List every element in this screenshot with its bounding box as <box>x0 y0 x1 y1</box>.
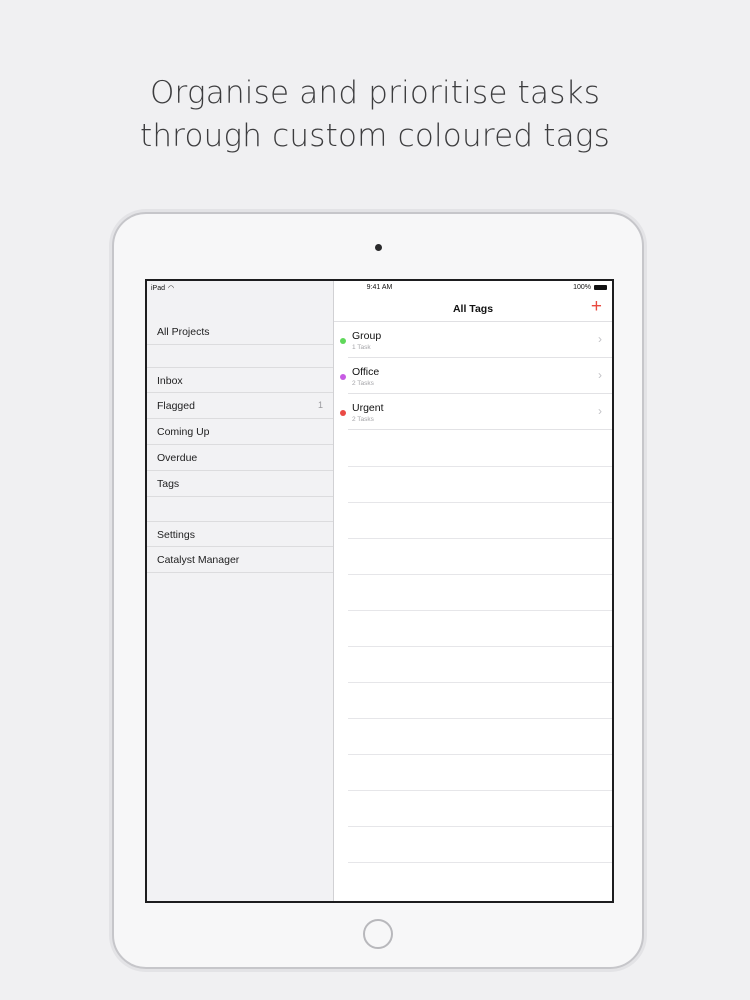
tag-task-count: 2 Tasks <box>352 380 374 387</box>
tag-name: Urgent <box>352 402 384 414</box>
battery-percent: 100% <box>573 284 591 291</box>
ipad-screen: All Projects Inbox Flagged 1 Coming Up O… <box>145 279 614 903</box>
sidebar: All Projects Inbox Flagged 1 Coming Up O… <box>147 281 334 901</box>
status-bar: iPad ◠ 9:41 AM 100% <box>147 281 612 297</box>
sidebar-item-inbox[interactable]: Inbox <box>147 367 333 393</box>
empty-row-divider <box>348 826 612 827</box>
tag-row-office[interactable]: Office 2 Tasks › <box>334 358 612 394</box>
tag-row-urgent[interactable]: Urgent 2 Tasks › <box>334 394 612 430</box>
navigation-bar: All Tags + <box>334 295 612 322</box>
headline: Organise and prioritise tasks through cu… <box>0 72 750 158</box>
sidebar-item-label: Coming Up <box>157 426 210 438</box>
sidebar-item-catalyst-manager[interactable]: Catalyst Manager <box>147 547 333 573</box>
sidebar-item-all-projects[interactable]: All Projects <box>147 319 333 345</box>
ipad-device-frame: All Projects Inbox Flagged 1 Coming Up O… <box>112 212 644 969</box>
row-divider <box>348 429 612 430</box>
battery-icon <box>594 285 607 290</box>
sidebar-item-overdue[interactable]: Overdue <box>147 445 333 471</box>
empty-row-divider <box>348 502 612 503</box>
sidebar-item-settings[interactable]: Settings <box>147 521 333 547</box>
chevron-right-icon: › <box>598 368 602 382</box>
camera-icon <box>375 244 382 251</box>
empty-row-divider <box>348 718 612 719</box>
tag-task-count: 2 Tasks <box>352 416 374 423</box>
empty-row-divider <box>348 754 612 755</box>
empty-row-divider <box>348 538 612 539</box>
sidebar-item-label: All Projects <box>157 326 210 338</box>
empty-row-divider <box>348 682 612 683</box>
home-button[interactable] <box>363 919 393 949</box>
headline-line-2: through custom coloured tags <box>139 118 610 154</box>
chevron-right-icon: › <box>598 404 602 418</box>
chevron-right-icon: › <box>598 332 602 346</box>
status-battery: 100% <box>573 284 607 291</box>
flagged-count-badge: 1 <box>317 400 323 410</box>
sidebar-item-label: Flagged <box>157 400 195 412</box>
red-dot-icon <box>340 410 346 416</box>
green-dot-icon <box>340 338 346 344</box>
sidebar-item-label: Catalyst Manager <box>157 554 240 566</box>
sidebar-item-label: Tags <box>157 478 180 490</box>
sidebar-item-label: Overdue <box>157 452 198 464</box>
tag-row-group[interactable]: Group 1 Task › <box>334 322 612 358</box>
empty-row-divider <box>348 790 612 791</box>
sidebar-item-label: Settings <box>157 529 195 541</box>
plus-icon[interactable]: + <box>591 297 602 316</box>
sidebar-item-tags[interactable]: Tags <box>147 471 333 497</box>
tag-task-count: 1 Task <box>352 344 371 351</box>
sidebar-item-flagged[interactable]: Flagged 1 <box>147 393 333 419</box>
status-time: 9:41 AM <box>366 284 393 291</box>
empty-row-divider <box>348 862 612 863</box>
empty-row-divider <box>348 466 612 467</box>
empty-row-divider <box>348 574 612 575</box>
empty-row-divider <box>348 646 612 647</box>
headline-line-1: Organise and prioritise tasks <box>149 75 601 111</box>
page-title: All Tags <box>452 303 494 315</box>
tag-name: Group <box>352 330 382 342</box>
sidebar-item-label: Inbox <box>157 375 183 387</box>
main-pane: All Tags + Group 1 Task › Office 2 Tasks… <box>334 281 612 901</box>
purple-dot-icon <box>340 374 346 380</box>
sidebar-item-coming-up[interactable]: Coming Up <box>147 419 333 445</box>
tag-name: Office <box>352 366 380 378</box>
empty-row-divider <box>348 610 612 611</box>
